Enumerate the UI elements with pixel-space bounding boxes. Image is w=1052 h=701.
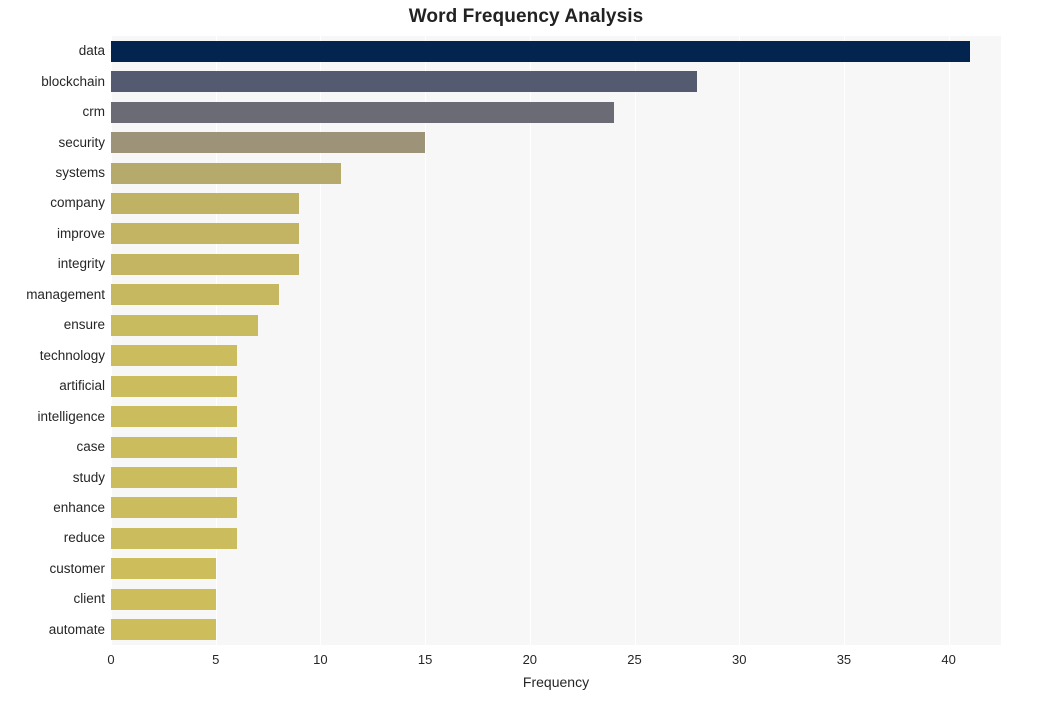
bar bbox=[111, 558, 216, 580]
y-tick-label: artificial bbox=[59, 378, 105, 394]
bar bbox=[111, 527, 237, 549]
y-tick-label: case bbox=[76, 439, 105, 455]
bar bbox=[111, 406, 237, 428]
bar bbox=[111, 588, 216, 610]
y-tick-label: integrity bbox=[57, 256, 105, 272]
y-tick-label: company bbox=[50, 195, 105, 211]
x-tick-label: 30 bbox=[732, 652, 747, 667]
x-tick-label: 40 bbox=[941, 652, 956, 667]
x-axis-title: Frequency bbox=[522, 674, 590, 690]
bar bbox=[111, 253, 300, 275]
y-tick-label: reduce bbox=[63, 530, 105, 546]
y-tick-label: client bbox=[73, 591, 105, 607]
y-tick-label: improve bbox=[56, 225, 105, 241]
bar bbox=[111, 223, 300, 245]
chart-title: Word Frequency Analysis bbox=[408, 6, 644, 27]
x-tick-label: 35 bbox=[836, 652, 852, 667]
bar bbox=[111, 314, 258, 336]
bar bbox=[111, 101, 614, 123]
bar bbox=[111, 467, 237, 489]
x-axis-ticks: 0 5 10 15 20 25 30 35 40 bbox=[107, 645, 1001, 675]
word-frequency-chart: Word Frequency Analysis data blockchain cr… bbox=[0, 0, 1052, 701]
bar bbox=[111, 619, 216, 641]
bar bbox=[111, 40, 970, 62]
bar bbox=[111, 284, 279, 306]
x-tick-label: 25 bbox=[627, 652, 642, 667]
y-tick-label: management bbox=[26, 286, 105, 302]
bar bbox=[111, 436, 237, 458]
y-tick-label: crm bbox=[82, 104, 106, 120]
y-tick-label: enhance bbox=[53, 499, 105, 515]
y-tick-label: blockchain bbox=[41, 73, 105, 89]
y-tick-label: security bbox=[58, 134, 105, 150]
y-tick-label: study bbox=[72, 469, 105, 485]
bar bbox=[111, 71, 698, 93]
x-tick-label: 20 bbox=[522, 652, 538, 667]
x-tick-label: 5 bbox=[212, 652, 220, 667]
y-tick-label: ensure bbox=[63, 317, 105, 333]
y-tick-label: customer bbox=[49, 560, 105, 576]
plot-area bbox=[111, 36, 1001, 645]
y-tick-label: data bbox=[78, 43, 105, 59]
y-tick-label: technology bbox=[39, 347, 105, 363]
bar bbox=[111, 345, 237, 367]
bar bbox=[111, 162, 342, 184]
x-tick-label: 0 bbox=[107, 652, 115, 667]
bar bbox=[111, 132, 426, 154]
bar bbox=[111, 375, 237, 397]
bars-layer bbox=[111, 36, 1001, 645]
bar bbox=[111, 497, 237, 519]
y-tick-label: systems bbox=[55, 165, 105, 181]
bar bbox=[111, 192, 300, 214]
y-axis-labels: data blockchain crm security systems company i… bbox=[0, 36, 105, 645]
x-tick-label: 10 bbox=[313, 652, 328, 667]
x-tick-label: 15 bbox=[417, 652, 433, 667]
y-tick-label: automate bbox=[48, 621, 105, 637]
y-tick-label: intelligence bbox=[37, 408, 105, 424]
